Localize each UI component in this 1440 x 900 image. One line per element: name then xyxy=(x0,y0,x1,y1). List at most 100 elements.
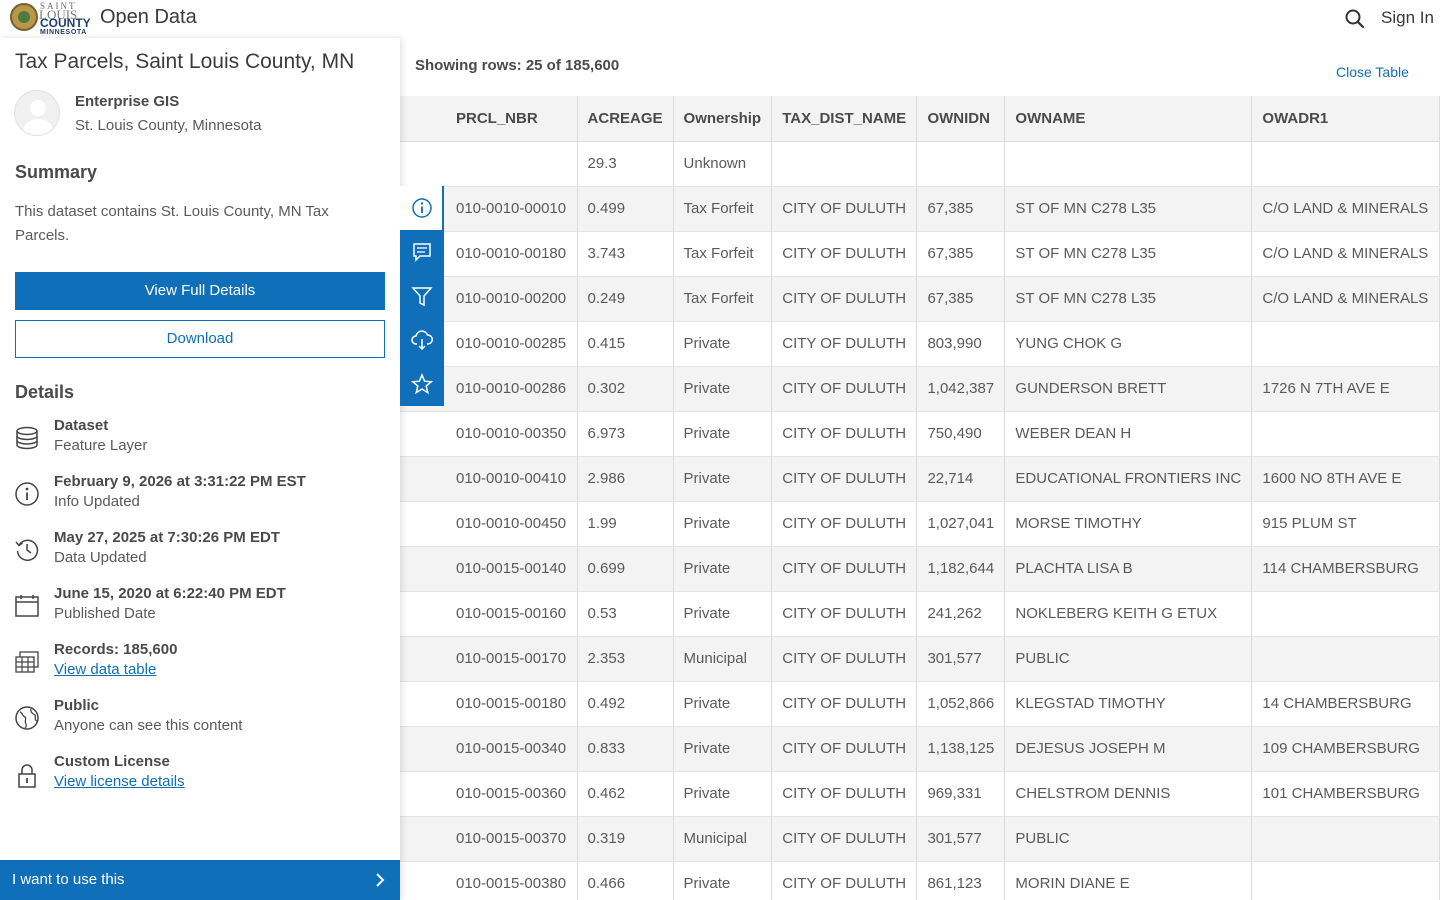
column-header[interactable]: OWADR1 xyxy=(1251,96,1440,142)
table-cell: Private xyxy=(673,366,773,412)
column-header[interactable]: OWNAME xyxy=(1004,96,1253,142)
table-cell: 010-0015-00360 xyxy=(400,771,578,817)
table-cell: Municipal xyxy=(673,816,773,862)
table-row[interactable]: 010-0015-00170 2.353 Municipal CITY OF DULU… xyxy=(400,636,1440,682)
view-data-table-link[interactable]: View data table xyxy=(54,661,156,678)
data-table: PRCL_NBR ACREAGE Ownership TAX_DIST_NAME OWN… xyxy=(400,96,1440,900)
table-row[interactable]: 010-0015-00370 0.319 Municipal CITY OF DULU… xyxy=(400,816,1440,862)
table-cell: CITY OF DULUTH xyxy=(771,231,918,277)
table-cell: CITY OF DULUTH xyxy=(771,681,918,727)
toolbar-comments-button[interactable] xyxy=(400,230,444,274)
detail-license-main: Custom License xyxy=(54,753,170,770)
toolbar-favorite-button[interactable] xyxy=(400,362,444,406)
table-row[interactable]: 010-0015-00340 0.833 Private CITY OF DULUTH… xyxy=(400,726,1440,772)
table-cell: CITY OF DULUTH xyxy=(771,816,918,862)
column-header[interactable]: OWNIDN xyxy=(916,96,1006,142)
table-cell: 010-0015-00380 xyxy=(400,861,578,900)
table-cell: 0.319 xyxy=(577,816,674,862)
county-logo[interactable]: SAINT LOUIS COUNTY MINNESOTA xyxy=(10,2,92,36)
table-cell: 969,331 xyxy=(916,771,1006,817)
table-cell: Private xyxy=(673,591,773,637)
table-row[interactable]: 010-0010-00200 0.249 Tax Forfeit CITY OF DU… xyxy=(400,276,1440,322)
toolbar-filter-button[interactable] xyxy=(400,274,444,318)
history-icon xyxy=(15,539,39,562)
table-cell: CITY OF DULUTH xyxy=(771,546,918,592)
detail-type-sub: Feature Layer xyxy=(54,437,148,454)
table-cell: KLEGSTAD TIMOTHY xyxy=(1004,681,1253,727)
table-cell: 010-0015-00370 xyxy=(400,816,578,862)
column-header[interactable]: Ownership xyxy=(673,96,773,142)
side-toolbar xyxy=(400,186,444,406)
detail-records-count: Records: 185,600 xyxy=(54,641,178,658)
table-cell: CITY OF DULUTH xyxy=(771,366,918,412)
table-row[interactable]: 010-0010-00010 0.499 Tax Forfeit CITY OF DU… xyxy=(400,186,1440,232)
owner-name[interactable]: Enterprise GIS xyxy=(75,93,179,110)
info-icon xyxy=(412,198,432,218)
table-cell: Private xyxy=(673,726,773,772)
table-row[interactable]: 010-0015-00180 0.492 Private CITY OF DULUTH… xyxy=(400,681,1440,727)
table-cell: C/O LAND & MINERALS xyxy=(1251,231,1440,277)
table-cell: 67,385 xyxy=(916,186,1006,232)
table-cell: Tax Forfeit xyxy=(673,231,773,277)
view-full-details-button[interactable]: View Full Details xyxy=(15,272,385,310)
column-header[interactable]: ACREAGE xyxy=(577,96,674,142)
search-icon[interactable] xyxy=(1344,8,1366,30)
database-icon xyxy=(16,426,38,450)
table-row[interactable]: 010-0015-00380 0.466 Private CITY OF DULUTH… xyxy=(400,861,1440,900)
table-cell: 3.743 xyxy=(577,231,674,277)
table-row[interactable]: 29.3 Unknown xyxy=(400,141,1440,187)
table-cell: GUNDERSON BRETT xyxy=(1004,366,1253,412)
table-cell: C/O LAND & MINERALS xyxy=(1251,186,1440,232)
table-row[interactable]: 010-0010-00286 0.302 Private CITY OF DULUTH… xyxy=(400,366,1440,412)
table-row[interactable]: 010-0015-00140 0.699 Private CITY OF DULUTH… xyxy=(400,546,1440,592)
table-row[interactable]: 010-0010-00285 0.415 Private CITY OF DULUTH… xyxy=(400,321,1440,367)
i-want-to-use-this-button[interactable]: I want to use this xyxy=(0,860,400,900)
table-cell: 301,577 xyxy=(916,816,1006,862)
table-cell: 915 PLUM ST xyxy=(1251,501,1440,547)
download-button[interactable]: Download xyxy=(15,320,385,358)
view-license-details-link[interactable]: View license details xyxy=(54,773,185,790)
site-title[interactable]: Open Data xyxy=(100,6,197,29)
table-cell: ST OF MN C278 L35 xyxy=(1004,231,1253,277)
table-row[interactable]: 010-0015-00160 0.53 Private CITY OF DULUTH 2… xyxy=(400,591,1440,637)
table-row[interactable]: 010-0010-00450 1.99 Private CITY OF DULUTH 1… xyxy=(400,501,1440,547)
table-cell: 241,262 xyxy=(916,591,1006,637)
table-cell: 301,577 xyxy=(916,636,1006,682)
detail-license: Custom License View license details xyxy=(0,753,400,801)
table-cell xyxy=(1004,141,1253,187)
table-cell: 1,138,125 xyxy=(916,726,1006,772)
toolbar-download-button[interactable] xyxy=(400,318,444,362)
owner-avatar[interactable] xyxy=(14,90,60,136)
table-cell: Private xyxy=(673,321,773,367)
sign-in-link[interactable]: Sign In xyxy=(1381,8,1434,28)
table-cell: Municipal xyxy=(673,636,773,682)
toolbar-info-button[interactable] xyxy=(400,186,444,230)
table-cell: 1,027,041 xyxy=(916,501,1006,547)
table-cell: CHELSTROM DENNIS xyxy=(1004,771,1253,817)
data-table-container[interactable]: PRCL_NBR ACREAGE Ownership TAX_DIST_NAME OWN… xyxy=(400,96,1440,900)
detail-data-date: May 27, 2025 at 7:30:26 PM EDT xyxy=(54,529,280,546)
close-table-link[interactable]: Close Table xyxy=(1336,64,1409,80)
table-cell: 2.353 xyxy=(577,636,674,682)
table-row[interactable]: 010-0010-00410 2.986 Private CITY OF DULUTH… xyxy=(400,456,1440,502)
column-header[interactable]: TAX_DIST_NAME xyxy=(771,96,918,142)
use-bar-label: I want to use this xyxy=(12,871,125,888)
table-cell: ST OF MN C278 L35 xyxy=(1004,276,1253,322)
table-cell: CITY OF DULUTH xyxy=(771,726,918,772)
owner-org: St. Louis County, Minnesota xyxy=(75,117,262,134)
table-cell: 1,042,387 xyxy=(916,366,1006,412)
county-seal-icon xyxy=(10,3,38,31)
table-row[interactable]: 010-0010-00350 6.973 Private CITY OF DULUTH… xyxy=(400,411,1440,457)
table-cell: ST OF MN C278 L35 xyxy=(1004,186,1253,232)
detail-published-date: June 15, 2020 at 6:22:40 PM EDT xyxy=(54,585,286,602)
table-cell: 0.53 xyxy=(577,591,674,637)
logo-text-county: COUNTY xyxy=(40,16,91,30)
table-row[interactable]: 010-0015-00360 0.462 Private CITY OF DULUTH… xyxy=(400,771,1440,817)
table-cell xyxy=(1251,861,1440,900)
table-cell: MORIN DIANE E xyxy=(1004,861,1253,900)
table-cell: WEBER DEAN H xyxy=(1004,411,1253,457)
detail-info-date: February 9, 2026 at 3:31:22 PM EST xyxy=(54,473,306,490)
column-header[interactable]: PRCL_NBR xyxy=(400,96,578,142)
table-row[interactable]: 010-0010-00180 3.743 Tax Forfeit CITY OF DU… xyxy=(400,231,1440,277)
table-cell xyxy=(1251,141,1440,187)
